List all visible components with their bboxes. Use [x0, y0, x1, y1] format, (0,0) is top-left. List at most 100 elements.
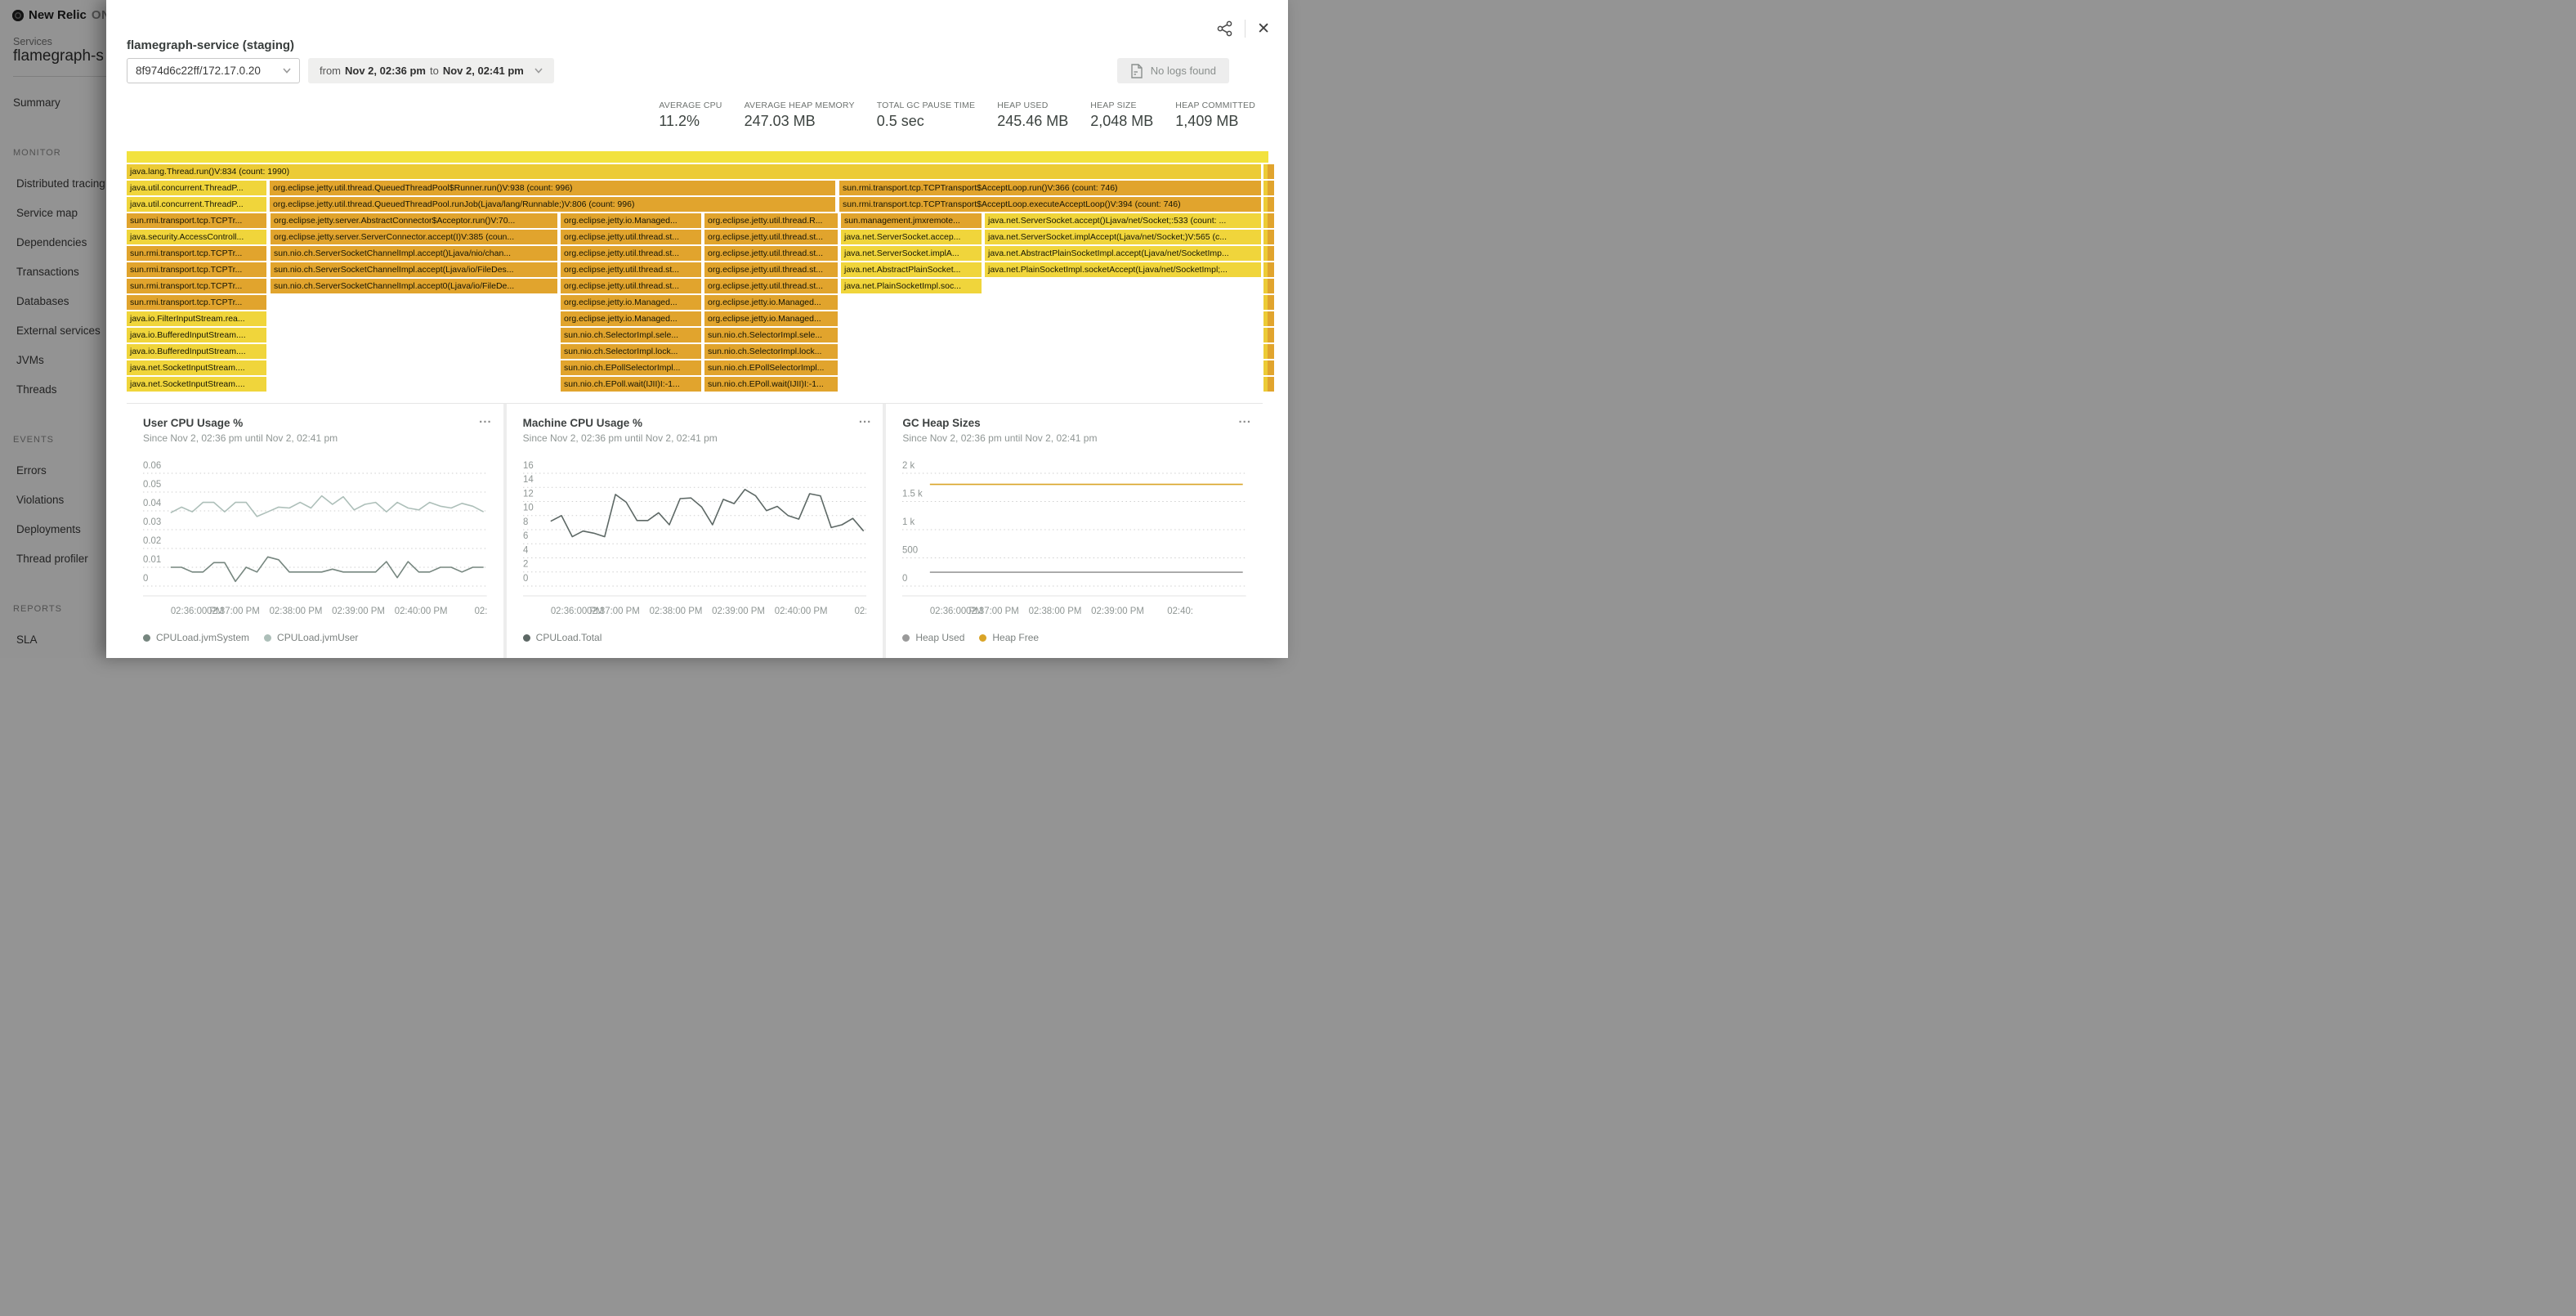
- flame-cell[interactable]: java.net.ServerSocket.accep...: [841, 230, 982, 244]
- flame-cell[interactable]: org.eclipse.jetty.util.thread.st...: [561, 230, 701, 244]
- flame-cell[interactable]: java.net.ServerSocket.implA...: [841, 246, 982, 261]
- flame-cell[interactable]: org.eclipse.jetty.server.ServerConnector…: [271, 230, 557, 244]
- flame-cell[interactable]: java.net.AbstractPlainSocketImpl.accept(…: [985, 246, 1261, 261]
- flamegraph: java.lang.Thread.run()V:834 (count: 1990…: [127, 151, 1268, 393]
- flame-sliver[interactable]: [1268, 344, 1274, 359]
- flame-cell[interactable]: org.eclipse.jetty.io.Managed...: [704, 311, 838, 326]
- legend-item-cpuload-total[interactable]: CPULoad.Total: [523, 632, 602, 643]
- flame-cell[interactable]: java.net.ServerSocket.accept()Ljava/net/…: [985, 213, 1261, 228]
- flame-cell[interactable]: java.net.PlainSocketImpl.soc...: [841, 279, 982, 293]
- flame-cell[interactable]: java.util.concurrent.ThreadP...: [127, 197, 266, 212]
- time-range-start: Nov 2, 02:36 pm: [345, 65, 426, 77]
- legend-item-cpuload-jvmsystem[interactable]: CPULoad.jvmSystem: [143, 632, 249, 643]
- flame-sliver[interactable]: [1268, 311, 1274, 326]
- x-axis-tick-label: 02:37:00 PM: [966, 607, 1019, 616]
- flame-cell[interactable]: org.eclipse.jetty.util.thread.st...: [561, 262, 701, 277]
- flame-cell[interactable]: org.eclipse.jetty.util.thread.st...: [561, 279, 701, 293]
- flame-sliver[interactable]: [1268, 279, 1274, 293]
- flame-cell[interactable]: java.util.concurrent.ThreadP...: [127, 181, 266, 195]
- flame-sliver[interactable]: [1268, 197, 1274, 212]
- flame-cell[interactable]: java.io.FilterInputStream.rea...: [127, 311, 266, 326]
- flame-cell[interactable]: org.eclipse.jetty.util.thread.st...: [704, 262, 838, 277]
- flame-cell[interactable]: java.net.ServerSocket.implAccept(Ljava/n…: [985, 230, 1261, 244]
- flame-cell[interactable]: org.eclipse.jetty.util.thread.QueuedThre…: [270, 197, 835, 212]
- flame-cell[interactable]: sun.rmi.transport.tcp.TCPTr...: [127, 213, 266, 228]
- chart-card-gc-heap-sizes: GC Heap SizesSince Nov 2, 02:36 pm until…: [886, 404, 1263, 658]
- share-icon[interactable]: [1217, 20, 1233, 37]
- stat-value: 247.03 MB: [745, 113, 855, 130]
- flame-sliver[interactable]: [1268, 246, 1274, 261]
- y-axis-tick-label: 0: [523, 574, 528, 584]
- legend-item-cpuload-jvmuser[interactable]: CPULoad.jvmUser: [264, 632, 358, 643]
- legend-label: Heap Free: [992, 632, 1039, 643]
- flame-cell[interactable]: sun.nio.ch.EPoll.wait(IJII)I:-1...: [704, 377, 838, 392]
- flame-sliver[interactable]: [1268, 262, 1274, 277]
- flame-cell[interactable]: org.eclipse.jetty.util.thread.st...: [704, 230, 838, 244]
- chart-title: Machine CPU Usage %: [523, 417, 867, 429]
- flame-sliver[interactable]: [1268, 230, 1274, 244]
- flame-cell[interactable]: org.eclipse.jetty.util.thread.st...: [704, 246, 838, 261]
- flame-cell[interactable]: sun.nio.ch.ServerSocketChannelImpl.accep…: [271, 246, 557, 261]
- flame-cell[interactable]: sun.nio.ch.SelectorImpl.sele...: [704, 328, 838, 342]
- flame-cell[interactable]: org.eclipse.jetty.util.thread.R...: [704, 213, 838, 228]
- y-axis-tick-label: 8: [523, 517, 528, 527]
- flamegraph-modal: ✕ flamegraph-service (staging) 8f974d6c2…: [106, 0, 1288, 658]
- flame-cell[interactable]: sun.rmi.transport.tcp.TCPTr...: [127, 295, 266, 310]
- flame-cell[interactable]: org.eclipse.jetty.io.Managed...: [561, 213, 701, 228]
- flame-sliver[interactable]: [1268, 328, 1274, 342]
- flame-sliver[interactable]: [1268, 377, 1274, 392]
- chart-plot: 161412108642002:36:00 PM02:37:00 PM02:38…: [523, 452, 867, 625]
- y-axis-tick-label: 2: [523, 560, 528, 570]
- x-axis-tick-label: 02:40:00 PM: [774, 607, 827, 616]
- flame-cell[interactable]: sun.nio.ch.ServerSocketChannelImpl.accep…: [271, 279, 557, 293]
- time-range-dropdown[interactable]: from Nov 2, 02:36 pm to Nov 2, 02:41 pm: [308, 58, 554, 83]
- x-axis-tick-label: 02:40:00 PM: [395, 607, 448, 616]
- flame-cell[interactable]: org.eclipse.jetty.server.AbstractConnect…: [271, 213, 557, 228]
- close-icon[interactable]: ✕: [1257, 21, 1270, 37]
- flame-cell[interactable]: sun.nio.ch.EPollSelectorImpl...: [704, 360, 838, 375]
- flame-cell[interactable]: sun.rmi.transport.tcp.TCPTr...: [127, 262, 266, 277]
- flame-cell[interactable]: sun.nio.ch.SelectorImpl.lock...: [704, 344, 838, 359]
- ellipsis-menu-icon[interactable]: ...: [479, 412, 492, 426]
- y-axis-tick-label: 1.5 k: [902, 489, 923, 499]
- flame-cell[interactable]: sun.nio.ch.EPollSelectorImpl...: [561, 360, 701, 375]
- flame-cell[interactable]: org.eclipse.jetty.io.Managed...: [561, 311, 701, 326]
- flame-cell[interactable]: [127, 151, 1268, 163]
- legend-item-heap-free[interactable]: Heap Free: [979, 632, 1039, 643]
- flame-cell[interactable]: org.eclipse.jetty.util.thread.QueuedThre…: [270, 181, 835, 195]
- host-dropdown[interactable]: 8f974d6c22ff/172.17.0.20: [127, 58, 300, 83]
- flame-cell[interactable]: sun.rmi.transport.tcp.TCPTr...: [127, 279, 266, 293]
- flame-cell[interactable]: sun.management.jmxremote...: [841, 213, 982, 228]
- flame-cell[interactable]: java.net.SocketInputStream....: [127, 377, 266, 392]
- flame-cell[interactable]: java.net.AbstractPlainSocket...: [841, 262, 982, 277]
- flame-sliver[interactable]: [1268, 181, 1274, 195]
- flame-cell[interactable]: sun.rmi.transport.tcp.TCPTr...: [127, 246, 266, 261]
- flame-sliver[interactable]: [1268, 213, 1274, 228]
- flame-cell[interactable]: sun.nio.ch.ServerSocketChannelImpl.accep…: [271, 262, 557, 277]
- x-axis-tick-label: 02:4: [854, 607, 866, 616]
- flame-sliver[interactable]: [1268, 164, 1274, 179]
- flame-cell[interactable]: java.io.BufferedInputStream....: [127, 328, 266, 342]
- flame-cell[interactable]: org.eclipse.jetty.util.thread.st...: [561, 246, 701, 261]
- flame-cell[interactable]: org.eclipse.jetty.io.Managed...: [704, 295, 838, 310]
- flame-sliver[interactable]: [1268, 295, 1274, 310]
- chart-subtitle: Since Nov 2, 02:36 pm until Nov 2, 02:41…: [143, 432, 487, 444]
- flame-cell[interactable]: org.eclipse.jetty.util.thread.st...: [704, 279, 838, 293]
- flame-cell[interactable]: sun.nio.ch.SelectorImpl.sele...: [561, 328, 701, 342]
- flame-cell[interactable]: java.io.BufferedInputStream....: [127, 344, 266, 359]
- no-logs-found-button[interactable]: No logs found: [1117, 58, 1229, 83]
- flame-cell[interactable]: sun.rmi.transport.tcp.TCPTransport$Accep…: [839, 181, 1261, 195]
- flame-sliver[interactable]: [1268, 360, 1274, 375]
- ellipsis-menu-icon[interactable]: ...: [1239, 412, 1252, 426]
- flame-cell[interactable]: java.security.AccessControll...: [127, 230, 266, 244]
- flame-cell[interactable]: sun.nio.ch.EPoll.wait(IJII)I:-1...: [561, 377, 701, 392]
- legend-item-heap-used[interactable]: Heap Used: [902, 632, 964, 643]
- flame-cell[interactable]: java.net.PlainSocketImpl.socketAccept(Lj…: [985, 262, 1261, 277]
- flame-cell[interactable]: org.eclipse.jetty.io.Managed...: [561, 295, 701, 310]
- flame-cell[interactable]: sun.nio.ch.SelectorImpl.lock...: [561, 344, 701, 359]
- ellipsis-menu-icon[interactable]: ...: [859, 412, 872, 426]
- y-axis-tick-label: 0: [143, 574, 148, 584]
- flame-cell[interactable]: java.net.SocketInputStream....: [127, 360, 266, 375]
- flame-cell[interactable]: sun.rmi.transport.tcp.TCPTransport$Accep…: [839, 197, 1261, 212]
- flame-cell[interactable]: java.lang.Thread.run()V:834 (count: 1990…: [127, 164, 1261, 179]
